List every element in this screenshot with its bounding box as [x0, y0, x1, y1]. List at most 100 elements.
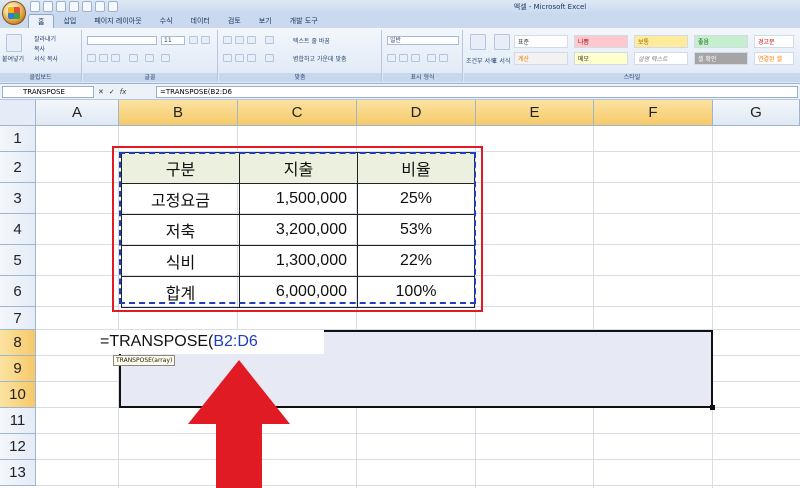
row-header-10[interactable]: 10 — [0, 382, 36, 408]
gridline — [36, 485, 800, 486]
decrease-decimal-icon[interactable] — [439, 54, 448, 62]
align-left-icon[interactable] — [223, 54, 232, 62]
column-header-c[interactable]: C — [238, 100, 357, 126]
format-as-table-button[interactable]: 표 서식 — [492, 56, 510, 65]
font-size-select[interactable]: 11 — [161, 36, 185, 45]
italic-icon[interactable] — [99, 54, 108, 62]
enter-icon[interactable]: ✓ — [109, 86, 115, 98]
tab-developer[interactable]: 개발 도구 — [281, 14, 327, 28]
column-header-d[interactable]: D — [357, 100, 476, 126]
row-header-9[interactable]: 9 — [0, 356, 36, 382]
tab-view[interactable]: 보기 — [250, 14, 281, 28]
office-button[interactable] — [2, 1, 26, 25]
title-bar: 엑셀 - Microsoft Excel — [0, 0, 800, 14]
conditional-format-icon[interactable] — [470, 34, 486, 50]
red-up-arrow-icon — [188, 360, 290, 488]
gridline — [593, 126, 594, 488]
window-title-wrap: 엑셀 - Microsoft Excel — [0, 2, 800, 12]
style-bad[interactable]: 나쁨 — [574, 35, 628, 48]
align-bottom-icon[interactable] — [247, 36, 256, 44]
column-header-f[interactable]: F — [594, 100, 713, 126]
row-header-2[interactable]: 2 — [0, 152, 36, 183]
font-group-label: 글꼴 — [83, 73, 217, 82]
gridline — [36, 433, 800, 434]
number-format-select[interactable]: 일반 — [387, 36, 459, 45]
paste-icon[interactable] — [6, 34, 22, 52]
fill-handle[interactable] — [710, 405, 715, 410]
column-header-e[interactable]: E — [476, 100, 594, 126]
alignment-group-label: 맞춤 — [219, 73, 381, 82]
column-header-a[interactable]: A — [36, 100, 119, 126]
row-header-5[interactable]: 5 — [0, 245, 36, 276]
fill-color-icon[interactable] — [145, 54, 154, 62]
font-color-icon[interactable] — [161, 54, 170, 62]
insert-function-icon[interactable]: fx — [120, 86, 127, 98]
style-note[interactable]: 메모 — [574, 52, 628, 65]
indent-icon[interactable] — [265, 54, 274, 62]
align-top-icon[interactable] — [223, 36, 232, 44]
border-icon[interactable] — [129, 54, 138, 62]
tab-home[interactable]: 홈 — [28, 14, 55, 28]
alignment-group: 텍스트 줄 바꿈 병합하고 가운데 맞춤 맞춤 — [219, 30, 382, 82]
style-good[interactable]: 좋음 — [694, 35, 748, 48]
row-header-3[interactable]: 3 — [0, 183, 36, 214]
style-check-cell[interactable]: 셀 확인 — [694, 52, 748, 65]
format-as-table-icon[interactable] — [494, 34, 510, 50]
formula-bar-buttons: ✕ ✓ fx — [98, 86, 126, 98]
formula-range-reference: B2:D6 — [213, 333, 258, 350]
align-right-icon[interactable] — [247, 54, 256, 62]
formula-input[interactable]: =TRANSPOSE(B2:D6 — [156, 86, 798, 98]
row-header-7[interactable]: 7 — [0, 307, 36, 330]
tab-data[interactable]: 데이터 — [182, 14, 219, 28]
clipboard-group-label: 클립보드 — [0, 73, 81, 82]
wrap-text-button[interactable]: 텍스트 줄 바꿈 — [293, 36, 330, 45]
row-header-1[interactable]: 1 — [0, 126, 36, 152]
reference-range-marquee — [119, 152, 476, 304]
style-linked-cell[interactable]: 연결된 셀 — [754, 52, 794, 65]
row-header-4[interactable]: 4 — [0, 214, 36, 245]
style-explanatory[interactable]: 설명 텍스트 — [634, 52, 688, 65]
tab-page-layout[interactable]: 페이지 레이아웃 — [85, 14, 150, 28]
increase-decimal-icon[interactable] — [427, 54, 436, 62]
row-header-13[interactable]: 13 — [0, 460, 36, 486]
row-header-11[interactable]: 11 — [0, 408, 36, 434]
comma-icon[interactable] — [411, 54, 420, 62]
row-header-12[interactable]: 12 — [0, 434, 36, 460]
number-group: 일반 표시 형식 — [383, 30, 463, 82]
bold-icon[interactable] — [87, 54, 96, 62]
select-all-corner[interactable] — [0, 100, 36, 126]
column-header-g[interactable]: G — [713, 100, 800, 126]
grow-font-icon[interactable] — [189, 36, 198, 44]
column-header-b[interactable]: B — [119, 100, 238, 126]
format-painter-button[interactable]: 서식 복사 — [34, 54, 58, 63]
tab-review[interactable]: 검토 — [219, 14, 250, 28]
name-box[interactable]: TRANSPOSE — [2, 86, 94, 98]
tab-insert[interactable]: 삽입 — [54, 14, 85, 28]
underline-icon[interactable] — [111, 54, 120, 62]
font-name-select[interactable] — [87, 36, 157, 45]
copy-button[interactable]: 복사 — [34, 44, 45, 53]
tab-formulas[interactable]: 수식 — [151, 14, 182, 28]
function-tooltip[interactable]: TRANSPOSE(array) — [113, 355, 176, 366]
orientation-icon[interactable] — [265, 36, 274, 44]
align-center-icon[interactable] — [235, 54, 244, 62]
style-warning[interactable]: 경고문 — [754, 35, 794, 48]
ribbon-tabs: 홈 삽입 페이지 레이아웃 수식 데이터 검토 보기 개발 도구 — [0, 14, 800, 28]
cut-button[interactable]: 잘라내기 — [34, 34, 56, 43]
row-header-6[interactable]: 6 — [0, 276, 36, 307]
merge-center-button[interactable]: 병합하고 가운데 맞춤 — [293, 54, 347, 63]
shrink-font-icon[interactable] — [201, 36, 210, 44]
styles-group-label: 스타일 — [464, 73, 800, 82]
styles-group: 조건부 서식 표 서식 표준 나쁨 보통 좋음 경고문 계산 메모 설명 텍스트… — [464, 30, 800, 82]
paste-button[interactable]: 붙여넣기 — [2, 54, 24, 63]
in-cell-editor[interactable]: =TRANSPOSE(B2:D6 — [96, 330, 324, 354]
currency-icon[interactable] — [387, 54, 396, 62]
row-header-8[interactable]: 8 — [0, 330, 36, 356]
style-neutral[interactable]: 보통 — [634, 35, 688, 48]
percent-icon[interactable] — [399, 54, 408, 62]
style-normal[interactable]: 표준 — [514, 35, 568, 48]
cancel-icon[interactable]: ✕ — [98, 86, 104, 98]
window-title: 엑셀 - Microsoft Excel — [513, 3, 587, 11]
align-middle-icon[interactable] — [235, 36, 244, 44]
style-calculation[interactable]: 계산 — [514, 52, 568, 65]
